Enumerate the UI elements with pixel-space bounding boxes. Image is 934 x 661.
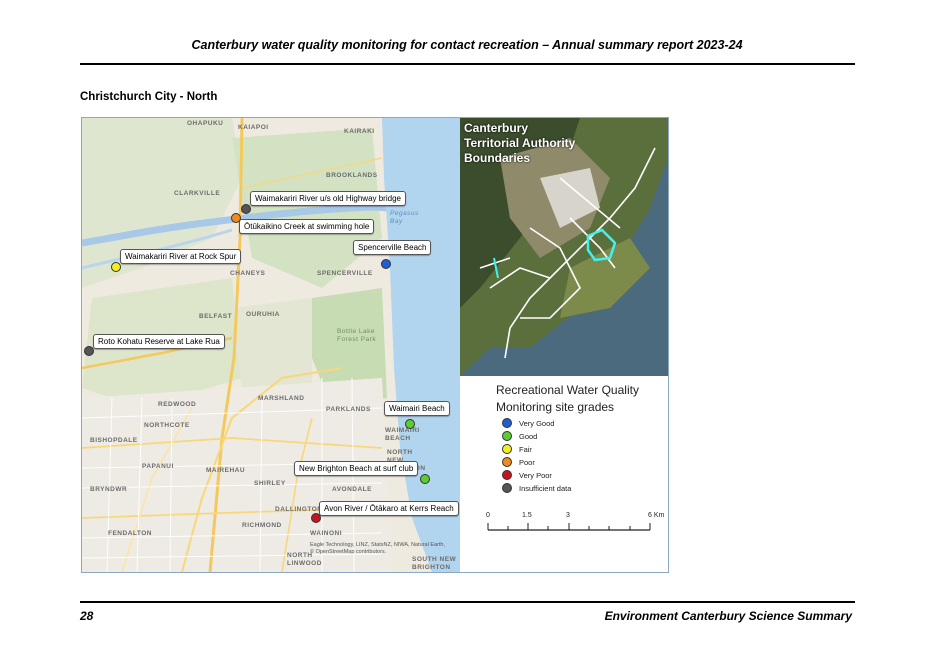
- place-label: CHANEYS: [230, 270, 266, 277]
- place-label: AVONDALE: [332, 486, 372, 493]
- place-label: REDWOOD: [158, 401, 197, 408]
- place-label: BRYNDWR: [90, 486, 128, 493]
- site-marker[interactable]: [420, 474, 430, 484]
- header-rule: [80, 63, 855, 65]
- legend-item-fair: Fair: [502, 444, 532, 454]
- place-label: SOUTH NEW BRIGHTON: [412, 556, 457, 571]
- place-label: KAIRAKI: [344, 128, 375, 135]
- map-figure: OHAPUKU KAIAPOI KAIRAKI BROOKLANDS CLARK…: [81, 117, 669, 573]
- site-label[interactable]: Avon River / Ōtākaro at Kerrs Reach: [319, 501, 459, 516]
- place-label: OURUHIA: [246, 311, 280, 318]
- place-label: RICHMOND: [242, 522, 282, 529]
- place-label: BELFAST: [199, 313, 233, 320]
- site-marker[interactable]: [381, 259, 391, 269]
- scale-tick-label: 6 Km: [648, 512, 665, 519]
- map-attribution: Eagle Technology, LINZ, StatsNZ, NIWA, N…: [310, 542, 446, 555]
- circle-icon: [502, 483, 512, 493]
- legend-item-label: Good: [519, 431, 538, 441]
- legend-item-label: Fair: [519, 444, 532, 454]
- page-number: 28: [80, 609, 94, 623]
- footer-rule: [80, 601, 855, 603]
- place-label: PARKLANDS: [326, 406, 371, 413]
- site-label[interactable]: Waimairi Beach: [384, 401, 450, 416]
- legend-item-insufficient: Insufficient data: [502, 483, 571, 493]
- scale-tick-label: 3: [566, 512, 570, 519]
- place-label: OHAPUKU: [187, 120, 224, 127]
- place-label: WAINONI: [310, 530, 343, 537]
- legend-item-poor: Poor: [502, 457, 535, 467]
- legend-panel: Recreational Water Quality Monitoring si…: [460, 376, 668, 572]
- site-label[interactable]: Waimakariri River at Rock Spur: [120, 249, 242, 264]
- place-label: FENDALTON: [108, 530, 152, 537]
- legend-item-very-poor: Very Poor: [502, 470, 552, 480]
- inset-title: Canterbury Territorial Authority Boundar…: [464, 121, 576, 165]
- place-label: WAIMAIRI BEACH: [385, 427, 420, 442]
- legend-item-label: Insufficient data: [519, 483, 572, 493]
- circle-icon: [502, 418, 512, 428]
- legend-title-line1: Recreational Water Quality: [496, 383, 639, 397]
- report-header-title: Canterbury water quality monitoring for …: [191, 38, 743, 52]
- circle-icon: [502, 470, 512, 480]
- legend-item-label: Poor: [519, 457, 535, 467]
- section-title: Christchurch City - North: [80, 91, 218, 103]
- legend-item-good: Good: [502, 431, 537, 441]
- site-label[interactable]: Spencerville Beach: [353, 240, 432, 255]
- legend-item-very-good: Very Good: [502, 418, 554, 428]
- legend-item-label: Very Poor: [519, 470, 552, 480]
- site-label[interactable]: Roto Kohatu Reserve at Lake Rua: [93, 334, 225, 349]
- place-label: Bottle Lake Forest Park: [337, 328, 377, 343]
- scale-tick-label: 0: [486, 512, 490, 519]
- site-marker[interactable]: [405, 419, 415, 429]
- scale-bar: [487, 523, 651, 531]
- site-marker[interactable]: [241, 204, 251, 214]
- place-label: MARSHLAND: [258, 395, 305, 402]
- legend-title: Recreational Water Quality Monitoring si…: [496, 382, 639, 416]
- legend-item-label: Very Good: [519, 418, 555, 428]
- place-label: SHIRLEY: [254, 480, 286, 487]
- circle-icon: [502, 431, 512, 441]
- place-label: KAIAPOI: [238, 124, 269, 131]
- site-marker[interactable]: [111, 262, 121, 272]
- place-label: BISHOPDALE: [90, 437, 138, 444]
- site-label[interactable]: New Brighton Beach at surf club: [294, 461, 419, 476]
- legend-title-line2: Monitoring site grades: [496, 400, 615, 414]
- place-label: NORTHCOTE: [144, 422, 190, 429]
- place-label: BROOKLANDS: [326, 172, 378, 179]
- site-label[interactable]: Waimakariri River u/s old Highway bridge: [250, 191, 406, 206]
- scale-tick-label: 1.5: [522, 512, 532, 519]
- place-label: PAPANUI: [142, 463, 174, 470]
- place-label: DALLINGTON: [275, 506, 323, 513]
- circle-icon: [502, 444, 512, 454]
- place-label: SPENCERVILLE: [317, 270, 373, 277]
- circle-icon: [502, 457, 512, 467]
- site-label[interactable]: Ōtūkaikino Creek at swimming hole: [239, 219, 375, 234]
- place-label: CLARKVILLE: [174, 190, 221, 197]
- place-label: Pegasus Bay: [390, 210, 419, 225]
- place-label: MAIREHAU: [206, 467, 246, 474]
- footer-title: Environment Canterbury Science Summary: [604, 609, 852, 623]
